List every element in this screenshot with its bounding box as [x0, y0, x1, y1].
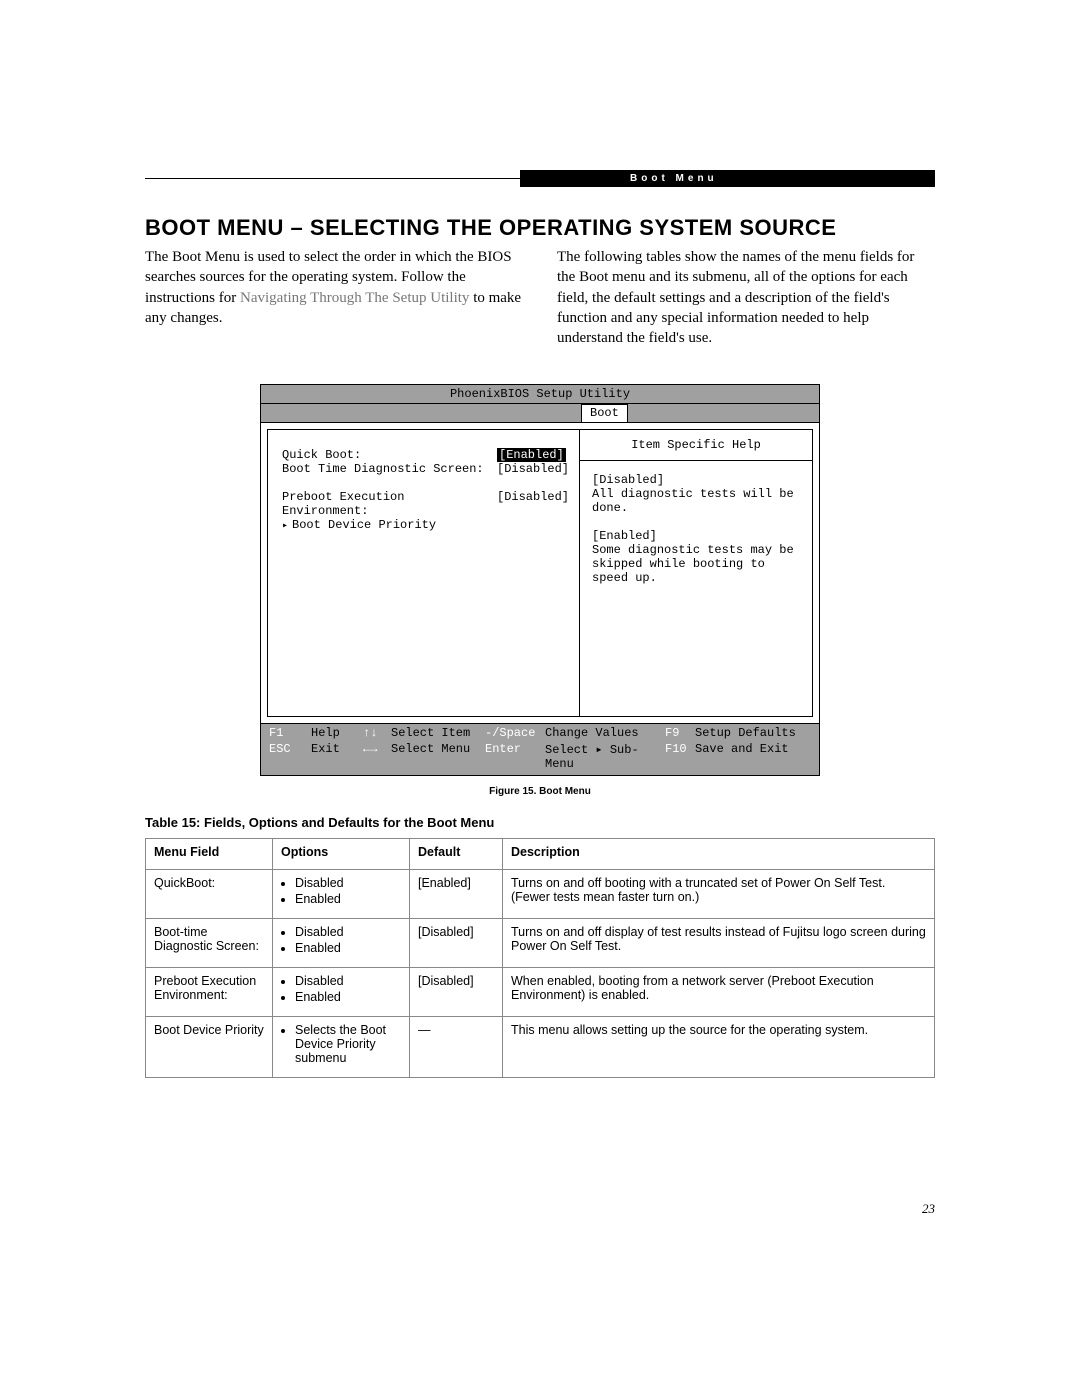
table-row: Preboot Execution Environment: Disabled En… — [146, 968, 935, 1017]
key-enter: Enter — [485, 742, 545, 771]
key-help: Help — [311, 726, 363, 740]
cell-default: [Enabled] — [410, 870, 503, 919]
arrows-v-icon: ↑↓ — [363, 726, 391, 740]
th-options: Options — [273, 839, 410, 870]
key-select-menu: Select Menu — [391, 742, 485, 771]
cell-default: [Disabled] — [410, 968, 503, 1017]
cell-description: Turns on and off display of test results… — [503, 919, 935, 968]
option-item: Disabled — [295, 925, 401, 939]
key-esc: ESC — [269, 742, 311, 771]
bios-help-line — [592, 515, 800, 529]
cell-options: Disabled Enabled — [273, 968, 410, 1017]
bios-help-line: Some diagnostic tests may be skipped whi… — [592, 543, 800, 585]
cell-default: [Disabled] — [410, 919, 503, 968]
cell-menu-field: Boot Device Priority — [146, 1017, 273, 1078]
key-space: -/Space — [485, 726, 545, 740]
th-default: Default — [410, 839, 503, 870]
nav-link: Navigating Through The Setup Utility — [240, 290, 469, 306]
th-description: Description — [503, 839, 935, 870]
key-f1: F1 — [269, 726, 311, 740]
bios-help-line: All diagnostic tests will be done. — [592, 487, 800, 515]
cell-options: Disabled Enabled — [273, 919, 410, 968]
option-item: Enabled — [295, 892, 401, 906]
key-save-exit: Save and Exit — [695, 742, 815, 771]
th-menu-field: Menu Field — [146, 839, 273, 870]
intro-left: The Boot Menu is used to select the orde… — [145, 247, 523, 348]
bios-setting-label: Boot Time Diagnostic Screen: — [282, 462, 497, 476]
key-select-item: Select Item — [391, 726, 485, 740]
bios-setting-row: Boot Device Priority — [282, 518, 569, 532]
bios-settings-panel: Quick Boot:[Enabled]Boot Time Diagnostic… — [267, 429, 580, 717]
bios-setting-row: Boot Time Diagnostic Screen:[Disabled] — [282, 462, 569, 476]
cell-description: This menu allows setting up the source f… — [503, 1017, 935, 1078]
option-item: Disabled — [295, 876, 401, 890]
cell-menu-field: Preboot Execution Environment: — [146, 968, 273, 1017]
table-header-row: Menu Field Options Default Description — [146, 839, 935, 870]
table-row: Boot Device Priority Selects the Boot Dev… — [146, 1017, 935, 1078]
key-f10: F10 — [665, 742, 695, 771]
bios-help-panel: Item Specific Help [Disabled]All diagnos… — [580, 429, 813, 717]
page-number: 23 — [922, 1201, 935, 1217]
bios-setting-row: Quick Boot:[Enabled] — [282, 448, 569, 462]
bios-screenshot: PhoenixBIOS Setup Utility Boot Quick Boo… — [260, 384, 820, 776]
option-item: Selects the Boot Device Priority submenu — [295, 1023, 401, 1065]
header-tab: Boot Menu — [520, 170, 935, 187]
cell-description: When enabled, booting from a network ser… — [503, 968, 935, 1017]
bios-setting-value: [Disabled] — [497, 490, 569, 518]
bios-help-body: [Disabled]All diagnostic tests will be d… — [592, 473, 800, 585]
key-exit: Exit — [311, 742, 363, 771]
bios-setting-row: Preboot Execution Environment:[Disabled] — [282, 490, 569, 518]
cell-options: Disabled Enabled — [273, 870, 410, 919]
cell-description: Turns on and off booting with a truncate… — [503, 870, 935, 919]
bios-tab-boot: Boot — [581, 404, 628, 422]
table-row: QuickBoot: Disabled Enabled [Enabled]Turns … — [146, 870, 935, 919]
key-change-values: Change Values — [545, 726, 665, 740]
bios-title: PhoenixBIOS Setup Utility — [261, 385, 819, 404]
key-f9: F9 — [665, 726, 695, 740]
bios-setting-label: Preboot Execution Environment: — [282, 490, 497, 518]
table-row: Boot-time Diagnostic Screen: Disabled Enab… — [146, 919, 935, 968]
cell-options: Selects the Boot Device Priority submenu — [273, 1017, 410, 1078]
cell-default: — — [410, 1017, 503, 1078]
key-select-sub: Select ▸ Sub-Menu — [545, 742, 665, 771]
figure-caption: Figure 15. Boot Menu — [145, 786, 935, 797]
bios-setting-value: [Enabled] — [497, 448, 566, 462]
bios-setting-label: Quick Boot: — [282, 448, 497, 462]
intro-columns: The Boot Menu is used to select the orde… — [145, 247, 935, 348]
page-title: BOOT MENU – SELECTING THE OPERATING SYST… — [145, 215, 935, 241]
option-item: Enabled — [295, 941, 401, 955]
bios-setting-label: Boot Device Priority — [282, 518, 497, 532]
option-item: Enabled — [295, 990, 401, 1004]
intro-right: The following tables show the names of t… — [557, 247, 935, 348]
options-table: Menu Field Options Default Description Q… — [145, 838, 935, 1078]
cell-menu-field: QuickBoot: — [146, 870, 273, 919]
bios-setting-value: [Disabled] — [497, 462, 569, 476]
option-item: Disabled — [295, 974, 401, 988]
cell-menu-field: Boot-time Diagnostic Screen: — [146, 919, 273, 968]
bios-help-line: [Disabled] — [592, 473, 800, 487]
bios-menubar: Boot — [261, 404, 819, 423]
arrows-h-icon: ←→ — [363, 742, 391, 771]
bios-help-line: [Enabled] — [592, 529, 800, 543]
bios-footer: F1 Help ↑↓ Select Item -/Space Change Va… — [261, 723, 819, 775]
key-setup-defaults: Setup Defaults — [695, 726, 815, 740]
table-caption: Table 15: Fields, Options and Defaults f… — [145, 815, 935, 830]
bios-help-title: Item Specific Help — [580, 438, 812, 461]
